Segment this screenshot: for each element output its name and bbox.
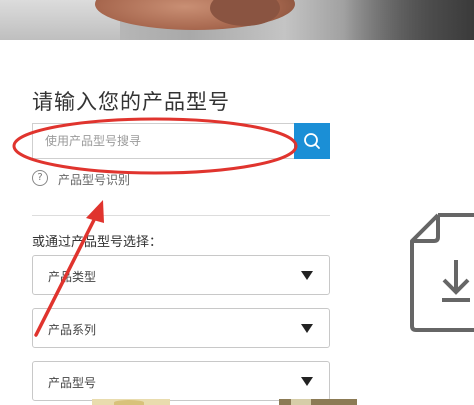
choose-by-model-label: 或通过产品型号选择：: [32, 235, 163, 250]
divider: [32, 215, 330, 216]
caret-down-icon: [301, 377, 313, 386]
model-recognition-label[interactable]: 产品型号识别: [58, 171, 130, 188]
product-model-select[interactable]: 产品型号: [32, 361, 330, 401]
select-label: 产品型号: [48, 376, 97, 390]
product-thumbnail: [92, 399, 170, 405]
product-thumbnail: [279, 399, 357, 405]
product-series-select[interactable]: 产品系列: [32, 308, 330, 348]
search-icon: [304, 133, 320, 149]
product-type-select[interactable]: 产品类型: [32, 255, 330, 295]
select-label: 产品系列: [48, 323, 97, 337]
document-download-icon: [410, 213, 474, 332]
search-button[interactable]: [294, 123, 330, 159]
search-input[interactable]: [33, 124, 285, 158]
banner-image: [0, 0, 474, 40]
banner-shade: [344, 0, 474, 40]
caret-down-icon: [301, 324, 313, 333]
search-field[interactable]: [32, 123, 294, 159]
page-title: 请输入您的产品型号: [32, 90, 230, 114]
caret-down-icon: [301, 271, 313, 280]
annotation-arrow-head: [86, 200, 104, 223]
help-icon: ?: [32, 170, 48, 186]
select-label: 产品类型: [48, 270, 97, 284]
